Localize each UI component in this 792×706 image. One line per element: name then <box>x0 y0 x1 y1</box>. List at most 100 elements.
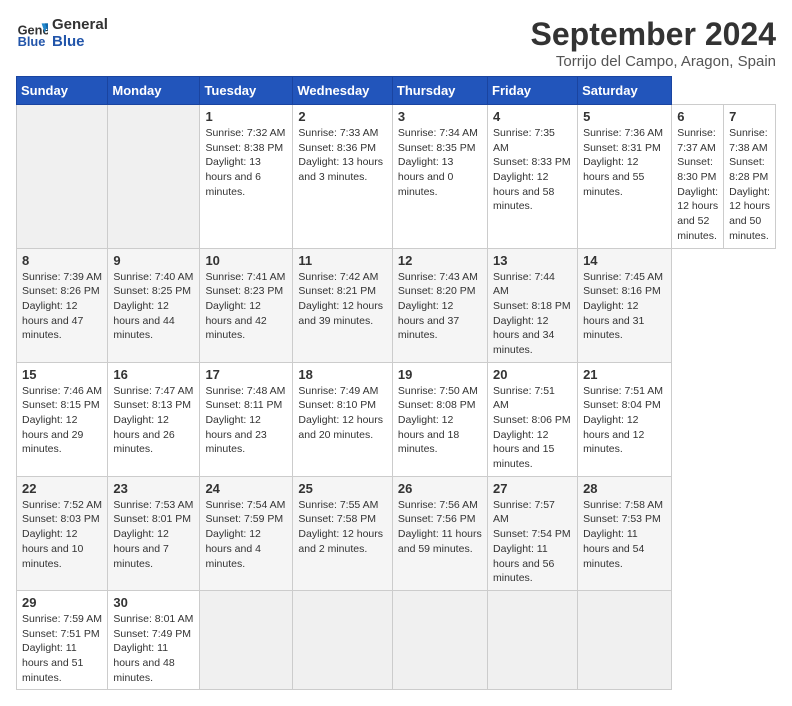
logo-blue: Blue <box>52 33 108 50</box>
calendar-cell: 24 Sunrise: 7:54 AMSunset: 7:59 PMDayligh… <box>200 476 293 590</box>
day-number: 17 <box>205 367 287 382</box>
calendar-cell: 25 Sunrise: 7:55 AMSunset: 7:58 PMDayligh… <box>293 476 393 590</box>
day-number: 22 <box>22 481 102 496</box>
day-number: 20 <box>493 367 572 382</box>
page-header: General Blue General Blue September 2024… <box>16 16 776 70</box>
calendar-header-saturday: Saturday <box>578 77 672 105</box>
day-info: Sunrise: 7:48 AMSunset: 8:11 PMDaylight:… <box>205 384 287 457</box>
calendar-cell: 22 Sunrise: 7:52 AMSunset: 8:03 PMDayligh… <box>17 476 108 590</box>
day-info: Sunrise: 7:44 AMSunset: 8:18 PMDaylight:… <box>493 270 572 358</box>
day-info: Sunrise: 7:54 AMSunset: 7:59 PMDaylight:… <box>205 498 287 571</box>
day-number: 15 <box>22 367 102 382</box>
calendar-cell: 2 Sunrise: 7:33 AMSunset: 8:36 PMDaylight… <box>293 105 393 249</box>
month-title: September 2024 <box>531 16 776 53</box>
day-number: 2 <box>298 109 387 124</box>
day-info: Sunrise: 7:57 AMSunset: 7:54 PMDaylight:… <box>493 498 572 586</box>
day-number: 23 <box>113 481 194 496</box>
calendar-cell <box>108 105 200 249</box>
calendar-cell: 4 Sunrise: 7:35 AMSunset: 8:33 PMDaylight… <box>488 105 578 249</box>
day-number: 28 <box>583 481 666 496</box>
calendar-cell: 10 Sunrise: 7:41 AMSunset: 8:23 PMDayligh… <box>200 248 293 362</box>
day-info: Sunrise: 7:41 AMSunset: 8:23 PMDaylight:… <box>205 270 287 343</box>
calendar-cell: 23 Sunrise: 7:53 AMSunset: 8:01 PMDayligh… <box>108 476 200 590</box>
calendar-cell: 27 Sunrise: 7:57 AMSunset: 7:54 PMDayligh… <box>488 476 578 590</box>
day-info: Sunrise: 7:55 AMSunset: 7:58 PMDaylight:… <box>298 498 387 557</box>
calendar-header-friday: Friday <box>488 77 578 105</box>
day-info: Sunrise: 7:38 AMSunset: 8:28 PMDaylight:… <box>729 126 770 244</box>
calendar-cell <box>17 105 108 249</box>
calendar-cell: 5 Sunrise: 7:36 AMSunset: 8:31 PMDaylight… <box>578 105 672 249</box>
day-number: 3 <box>398 109 482 124</box>
day-info: Sunrise: 7:53 AMSunset: 8:01 PMDaylight:… <box>113 498 194 571</box>
day-number: 4 <box>493 109 572 124</box>
day-number: 14 <box>583 253 666 268</box>
calendar-cell: 12 Sunrise: 7:43 AMSunset: 8:20 PMDayligh… <box>392 248 487 362</box>
day-number: 1 <box>205 109 287 124</box>
day-number: 18 <box>298 367 387 382</box>
calendar-cell: 9Sunrise: 7:40 AMSunset: 8:25 PMDaylight… <box>108 248 200 362</box>
day-info: Sunrise: 7:34 AMSunset: 8:35 PMDaylight:… <box>398 126 482 199</box>
day-info: Sunrise: 7:56 AMSunset: 7:56 PMDaylight:… <box>398 498 482 557</box>
calendar-cell: 6 Sunrise: 7:37 AMSunset: 8:30 PMDaylight… <box>672 105 724 249</box>
day-number: 25 <box>298 481 387 496</box>
calendar-cell: 28 Sunrise: 7:58 AMSunset: 7:53 PMDayligh… <box>578 476 672 590</box>
calendar-cell <box>392 590 487 689</box>
calendar-cell: 16 Sunrise: 7:47 AMSunset: 8:13 PMDayligh… <box>108 362 200 476</box>
calendar-cell: 19Sunrise: 7:50 AMSunset: 8:08 PMDayligh… <box>392 362 487 476</box>
day-number: 24 <box>205 481 287 496</box>
day-number: 29 <box>22 595 102 610</box>
calendar-cell: 18 Sunrise: 7:49 AMSunset: 8:10 PMDayligh… <box>293 362 393 476</box>
day-info: Sunrise: 7:43 AMSunset: 8:20 PMDaylight:… <box>398 270 482 343</box>
logo: General Blue General Blue <box>16 16 108 50</box>
calendar-header-tuesday: Tuesday <box>200 77 293 105</box>
calendar-cell: 15 Sunrise: 7:46 AMSunset: 8:15 PMDayligh… <box>17 362 108 476</box>
day-info: Sunrise: 7:51 AMSunset: 8:06 PMDaylight:… <box>493 384 572 472</box>
day-number: 27 <box>493 481 572 496</box>
day-info: Sunrise: 7:49 AMSunset: 8:10 PMDaylight:… <box>298 384 387 443</box>
calendar-cell: 14 Sunrise: 7:45 AMSunset: 8:16 PMDayligh… <box>578 248 672 362</box>
calendar-cell: 17 Sunrise: 7:48 AMSunset: 8:11 PMDayligh… <box>200 362 293 476</box>
calendar-cell: 26 Sunrise: 7:56 AMSunset: 7:56 PMDayligh… <box>392 476 487 590</box>
calendar-cell: 8 Sunrise: 7:39 AMSunset: 8:26 PMDaylight… <box>17 248 108 362</box>
calendar-cell <box>578 590 672 689</box>
day-info: Sunrise: 7:52 AMSunset: 8:03 PMDaylight:… <box>22 498 102 571</box>
day-info: Sunrise: 7:46 AMSunset: 8:15 PMDaylight:… <box>22 384 102 457</box>
day-number: 16 <box>113 367 194 382</box>
calendar-cell: 7 Sunrise: 7:38 AMSunset: 8:28 PMDaylight… <box>724 105 776 249</box>
day-info: Sunrise: 7:37 AMSunset: 8:30 PMDaylight:… <box>677 126 718 244</box>
day-number: 7 <box>729 109 770 124</box>
day-number: 6 <box>677 109 718 124</box>
calendar-cell: 29 Sunrise: 7:59 AMSunset: 7:51 PMDayligh… <box>17 590 108 689</box>
calendar-header-wednesday: Wednesday <box>293 77 393 105</box>
day-info: Sunrise: 7:47 AMSunset: 8:13 PMDaylight:… <box>113 384 194 457</box>
calendar-header-monday: Monday <box>108 77 200 105</box>
day-info: Sunrise: 7:35 AMSunset: 8:33 PMDaylight:… <box>493 126 572 214</box>
day-number: 8 <box>22 253 102 268</box>
day-info: Sunrise: 7:59 AMSunset: 7:51 PMDaylight:… <box>22 612 102 685</box>
day-info: Sunrise: 7:39 AMSunset: 8:26 PMDaylight:… <box>22 270 102 343</box>
day-number: 13 <box>493 253 572 268</box>
title-block: September 2024 Torrijo del Campo, Aragon… <box>531 16 776 70</box>
day-info: Sunrise: 7:32 AMSunset: 8:38 PMDaylight:… <box>205 126 287 199</box>
logo-icon: General Blue <box>16 17 48 49</box>
day-number: 11 <box>298 253 387 268</box>
calendar-cell: 1 Sunrise: 7:32 AMSunset: 8:38 PMDaylight… <box>200 105 293 249</box>
calendar-cell <box>488 590 578 689</box>
day-info: Sunrise: 7:36 AMSunset: 8:31 PMDaylight:… <box>583 126 666 199</box>
day-info: Sunrise: 7:33 AMSunset: 8:36 PMDaylight:… <box>298 126 387 185</box>
day-number: 12 <box>398 253 482 268</box>
day-info: Sunrise: 7:45 AMSunset: 8:16 PMDaylight:… <box>583 270 666 343</box>
calendar-cell <box>200 590 293 689</box>
logo-general: General <box>52 16 108 33</box>
calendar-cell: 30 Sunrise: 8:01 AMSunset: 7:49 PMDayligh… <box>108 590 200 689</box>
day-number: 26 <box>398 481 482 496</box>
calendar-cell: 13 Sunrise: 7:44 AMSunset: 8:18 PMDayligh… <box>488 248 578 362</box>
day-number: 10 <box>205 253 287 268</box>
day-info: Sunrise: 7:50 AMSunset: 8:08 PMDaylight:… <box>398 384 482 457</box>
calendar-header-sunday: Sunday <box>17 77 108 105</box>
calendar-cell: 11Sunrise: 7:42 AMSunset: 8:21 PMDayligh… <box>293 248 393 362</box>
day-number: 30 <box>113 595 194 610</box>
day-info: Sunrise: 7:58 AMSunset: 7:53 PMDaylight:… <box>583 498 666 571</box>
day-info: Sunrise: 8:01 AMSunset: 7:49 PMDaylight:… <box>113 612 194 685</box>
day-number: 5 <box>583 109 666 124</box>
